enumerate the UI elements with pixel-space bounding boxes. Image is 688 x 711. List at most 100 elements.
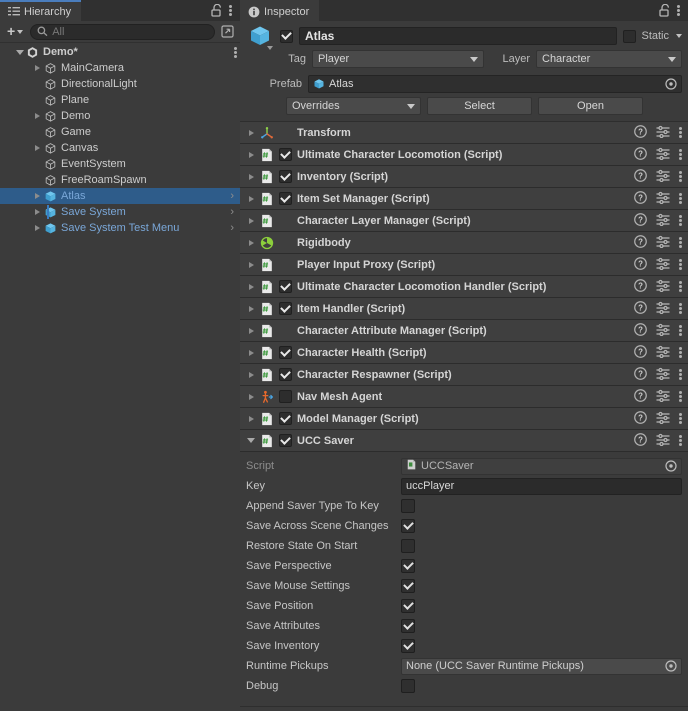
kebab-menu-icon[interactable] bbox=[679, 214, 682, 227]
expand-arrow[interactable] bbox=[244, 129, 258, 136]
expand-arrow[interactable] bbox=[32, 76, 43, 92]
expand-arrow[interactable] bbox=[244, 327, 258, 334]
append-saver-type-to-key-checkbox[interactable] bbox=[401, 499, 415, 513]
hierarchy-item-maincamera[interactable]: MainCamera bbox=[0, 60, 240, 76]
expand-arrow[interactable] bbox=[244, 393, 258, 400]
preset-settings-icon[interactable] bbox=[656, 345, 670, 361]
component-row-ultimate-character-locomotion-script[interactable]: Ultimate Character Locomotion (Script)? bbox=[240, 144, 688, 166]
component-row-character-layer-manager-script[interactable]: Character Layer Manager (Script)? bbox=[240, 210, 688, 232]
kebab-menu-icon[interactable] bbox=[679, 192, 682, 205]
open-in-window-icon[interactable] bbox=[219, 23, 236, 40]
prefab-asset-field[interactable]: Atlas bbox=[308, 74, 682, 93]
chevron-right-icon[interactable]: › bbox=[230, 206, 236, 218]
help-icon[interactable]: ? bbox=[634, 146, 647, 163]
kebab-menu-icon[interactable] bbox=[679, 170, 682, 183]
save-across-scene-changes-checkbox[interactable] bbox=[401, 519, 415, 533]
chevron-right-icon[interactable]: › bbox=[230, 190, 236, 202]
static-checkbox[interactable] bbox=[623, 29, 637, 43]
expand-arrow[interactable] bbox=[32, 92, 43, 108]
preset-settings-icon[interactable] bbox=[656, 235, 670, 251]
help-icon[interactable]: ? bbox=[634, 212, 647, 229]
lock-open-icon[interactable] bbox=[659, 3, 670, 17]
help-icon[interactable]: ? bbox=[634, 366, 647, 383]
hierarchy-item-plane[interactable]: Plane bbox=[0, 92, 240, 108]
target-picker-icon[interactable] bbox=[665, 77, 677, 93]
kebab-menu-icon[interactable] bbox=[677, 4, 680, 17]
chevron-down-icon[interactable] bbox=[676, 34, 682, 38]
kebab-menu-icon[interactable] bbox=[679, 368, 682, 381]
hierarchy-item-canvas[interactable]: Canvas bbox=[0, 140, 240, 156]
gameobject-name-field[interactable]: Atlas bbox=[299, 27, 618, 45]
expand-arrow[interactable] bbox=[32, 108, 43, 124]
preset-settings-icon[interactable] bbox=[656, 147, 670, 163]
component-enabled-checkbox[interactable] bbox=[278, 434, 292, 447]
hierarchy-item-game[interactable]: Game bbox=[0, 124, 240, 140]
help-icon[interactable]: ? bbox=[634, 168, 647, 185]
expand-arrow[interactable] bbox=[14, 44, 25, 60]
component-row-character-respawner-script[interactable]: Character Respawner (Script)? bbox=[240, 364, 688, 386]
kebab-menu-icon[interactable] bbox=[679, 434, 682, 447]
expand-arrow[interactable] bbox=[244, 415, 258, 422]
expand-arrow[interactable] bbox=[244, 305, 258, 312]
component-enabled-checkbox[interactable] bbox=[278, 412, 292, 425]
preset-settings-icon[interactable] bbox=[656, 213, 670, 229]
layer-dropdown[interactable]: Character bbox=[536, 50, 682, 68]
expand-arrow[interactable] bbox=[32, 140, 43, 156]
runtime-pickups-object-field[interactable]: None (UCC Saver Runtime Pickups) bbox=[401, 657, 682, 675]
kebab-menu-icon[interactable] bbox=[679, 346, 682, 359]
kebab-menu-icon[interactable] bbox=[229, 4, 232, 17]
preset-settings-icon[interactable] bbox=[656, 279, 670, 295]
component-row-model-manager-script[interactable]: Model Manager (Script)? bbox=[240, 408, 688, 430]
expand-arrow[interactable] bbox=[32, 60, 43, 76]
help-icon[interactable]: ? bbox=[634, 234, 647, 251]
expand-arrow[interactable] bbox=[32, 204, 43, 220]
gameobject-enabled-checkbox[interactable] bbox=[280, 29, 293, 43]
help-icon[interactable]: ? bbox=[634, 256, 647, 273]
chevron-right-icon[interactable]: › bbox=[230, 222, 236, 234]
hierarchy-item-atlas[interactable]: Atlas › bbox=[0, 188, 240, 204]
help-icon[interactable]: ? bbox=[634, 190, 647, 207]
kebab-menu-icon[interactable] bbox=[679, 412, 682, 425]
component-row-ucc-saver[interactable]: UCC Saver? bbox=[240, 430, 688, 452]
help-icon[interactable]: ? bbox=[634, 432, 647, 449]
search-input[interactable]: All bbox=[30, 23, 215, 40]
component-row-nav-mesh-agent[interactable]: Nav Mesh Agent? bbox=[240, 386, 688, 408]
hierarchy-item-save-system-test-menu[interactable]: Save System Test Menu › bbox=[0, 220, 240, 236]
preset-settings-icon[interactable] bbox=[656, 323, 670, 339]
preset-settings-icon[interactable] bbox=[656, 411, 670, 427]
component-row-character-health-script[interactable]: Character Health (Script)? bbox=[240, 342, 688, 364]
prefab-cube-icon[interactable] bbox=[246, 22, 274, 50]
component-enabled-checkbox[interactable] bbox=[278, 170, 292, 183]
expand-arrow[interactable] bbox=[244, 151, 258, 158]
expand-arrow[interactable] bbox=[32, 172, 43, 188]
expand-arrow[interactable] bbox=[244, 349, 258, 356]
hierarchy-item-demo[interactable]: Demo* bbox=[0, 44, 240, 60]
hierarchy-item-save-system[interactable]: Save System › bbox=[0, 204, 240, 220]
component-enabled-checkbox[interactable] bbox=[278, 302, 292, 315]
preset-settings-icon[interactable] bbox=[656, 301, 670, 317]
expand-arrow[interactable] bbox=[244, 239, 258, 246]
overrides-dropdown[interactable]: Overrides bbox=[286, 97, 421, 115]
help-icon[interactable]: ? bbox=[634, 124, 647, 141]
component-enabled-checkbox[interactable] bbox=[278, 390, 292, 403]
help-icon[interactable]: ? bbox=[634, 344, 647, 361]
help-icon[interactable]: ? bbox=[634, 278, 647, 295]
component-row-player-input-proxy-script[interactable]: Player Input Proxy (Script)? bbox=[240, 254, 688, 276]
preset-settings-icon[interactable] bbox=[656, 433, 670, 449]
component-enabled-checkbox[interactable] bbox=[278, 280, 292, 293]
preset-settings-icon[interactable] bbox=[656, 125, 670, 141]
target-picker-icon[interactable] bbox=[665, 660, 677, 675]
help-icon[interactable]: ? bbox=[634, 410, 647, 427]
save-position-checkbox[interactable] bbox=[401, 599, 415, 613]
component-row-item-handler-script[interactable]: Item Handler (Script)? bbox=[240, 298, 688, 320]
expand-arrow[interactable] bbox=[244, 371, 258, 378]
preset-settings-icon[interactable] bbox=[656, 169, 670, 185]
save-inventory-checkbox[interactable] bbox=[401, 639, 415, 653]
kebab-menu-icon[interactable] bbox=[679, 390, 682, 403]
expand-arrow[interactable] bbox=[32, 188, 43, 204]
save-perspective-checkbox[interactable] bbox=[401, 559, 415, 573]
create-gameobject-button[interactable]: + bbox=[4, 23, 26, 40]
script-object-field[interactable]: UCCSaver bbox=[401, 457, 682, 475]
kebab-menu-icon[interactable] bbox=[679, 258, 682, 271]
expand-arrow[interactable] bbox=[244, 173, 258, 180]
